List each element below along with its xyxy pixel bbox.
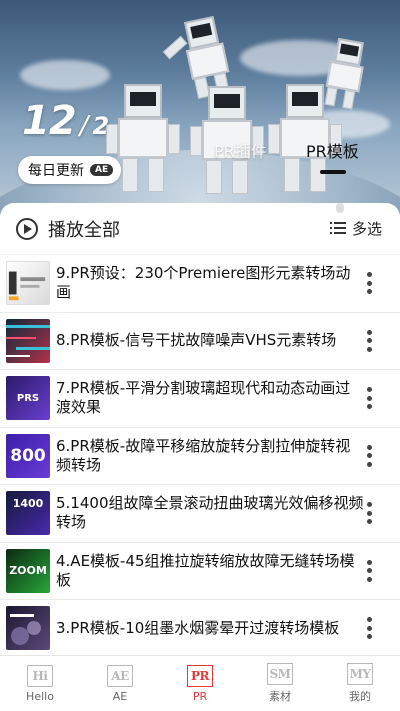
more-options-icon[interactable] [366,272,372,295]
sm-icon: SM [267,663,293,685]
play-all-button[interactable]: 播放全部 [16,216,120,242]
nav-item-ae[interactable]: AE AE [80,656,160,711]
nav-item-materials[interactable]: SM 素材 [240,656,320,711]
cloud [20,60,110,90]
tab-pr-template[interactable]: PR模板 [306,138,359,162]
more-options-icon[interactable] [366,559,372,582]
nav-item-pr[interactable]: PR PR [160,656,240,711]
more-options-icon[interactable] [366,444,372,467]
multi-select-button[interactable]: 多选 [329,218,382,239]
nav-label: 我的 [349,690,371,703]
zoom-transitions-thumb-icon: ZOOM [6,548,50,593]
glitch-vhs-thumb-icon [6,318,50,363]
daily-update-label: 每日更新 [28,163,84,179]
multi-select-label: 多选 [351,220,382,238]
astronaut-figure [106,84,180,194]
item-title: 7.PR模板-平滑分割玻璃超现代和动态动画过渡效果 [56,379,351,417]
item-title: 6.PR模板-故障平移缩放旋转分割拉伸旋转视频转场 [56,436,351,474]
more-options-icon[interactable] [366,502,372,525]
ink-smoke-thumb-icon [6,606,50,651]
my-icon: MY [347,663,373,685]
daily-update-chip[interactable]: 每日更新 AE [18,156,122,184]
list-item[interactable]: 9.PR预设：230个Premiere图形元素转场动画 [0,255,400,313]
tab-pr-plugin[interactable]: PR插件 [214,138,267,162]
item-title: 9.PR预设：230个Premiere图形元素转场动画 [56,264,351,302]
motion-elements-thumb-icon [6,261,50,306]
play-circle-icon [16,217,38,240]
playlist-sheet: 播放全部 多选 9.PR预设：230个Premiere图形元素转场动画 8.PR… [0,203,400,655]
counter-separator: / [79,111,89,141]
item-title: 3.PR模板-10组墨水烟雾晕开过渡转场模板 [56,618,340,637]
transitions-800-thumb-icon: 800 [6,433,50,478]
nav-label: AE [112,689,128,703]
nav-label: Hello [26,689,54,703]
list-item[interactable]: 8.PR模板-信号干扰故障噪声VHS元素转场 [0,313,400,370]
list-icon [329,222,346,235]
banner-page-counter: 12/2 [22,98,109,144]
list-item[interactable]: PRS 7.PR模板-平滑分割玻璃超现代和动态动画过渡效果 [0,370,400,428]
play-all-label: 播放全部 [48,219,120,241]
hero-banner: 12/2 每日更新 AE PR插件 PR模板 [0,0,400,215]
nav-label: PR [192,689,208,703]
item-title: 4.AE模板-45组推拉旋转缩放故障无缝转场模板 [56,551,355,589]
ae-icon: AE [107,664,133,687]
list-item[interactable]: 3.PR模板-10组墨水烟雾晕开过渡转场模板 [0,600,400,655]
daily-update-tag: AE [90,164,114,176]
more-options-icon[interactable] [366,617,372,640]
active-tab-indicator [320,170,346,174]
list-item[interactable]: 800 6.PR模板-故障平移缩放旋转分割拉伸旋转视频转场 [0,428,400,485]
glass-split-thumb-icon: PRS [6,376,50,421]
counter-total: 2 [92,112,110,140]
nav-item-hello[interactable]: Hi Hello [0,656,80,711]
transitions-1400-thumb-icon: 1400 [6,491,50,536]
list-item[interactable]: 1400 5.1400组故障全景滚动扭曲玻璃光效偏移视频转场 [0,485,400,543]
more-options-icon[interactable] [366,387,372,410]
counter-current: 12 [22,98,77,144]
bottom-navigation: Hi Hello AE AE PR PR SM 素材 MY 我的 [0,655,400,711]
item-title: 5.1400组故障全景滚动扭曲玻璃光效偏移视频转场 [56,494,364,532]
nav-item-mine[interactable]: MY 我的 [320,656,400,711]
template-list: 9.PR预设：230个Premiere图形元素转场动画 8.PR模板-信号干扰故… [0,255,400,655]
list-item[interactable]: ZOOM 4.AE模板-45组推拉旋转缩放故障无缝转场模板 [0,543,400,600]
pr-icon: PR [187,664,213,687]
more-options-icon[interactable] [366,329,372,352]
nav-label: 素材 [269,690,291,703]
hi-icon: Hi [27,664,53,687]
item-title: 8.PR模板-信号干扰故障噪声VHS元素转场 [56,331,337,350]
sheet-handle[interactable] [336,203,344,213]
